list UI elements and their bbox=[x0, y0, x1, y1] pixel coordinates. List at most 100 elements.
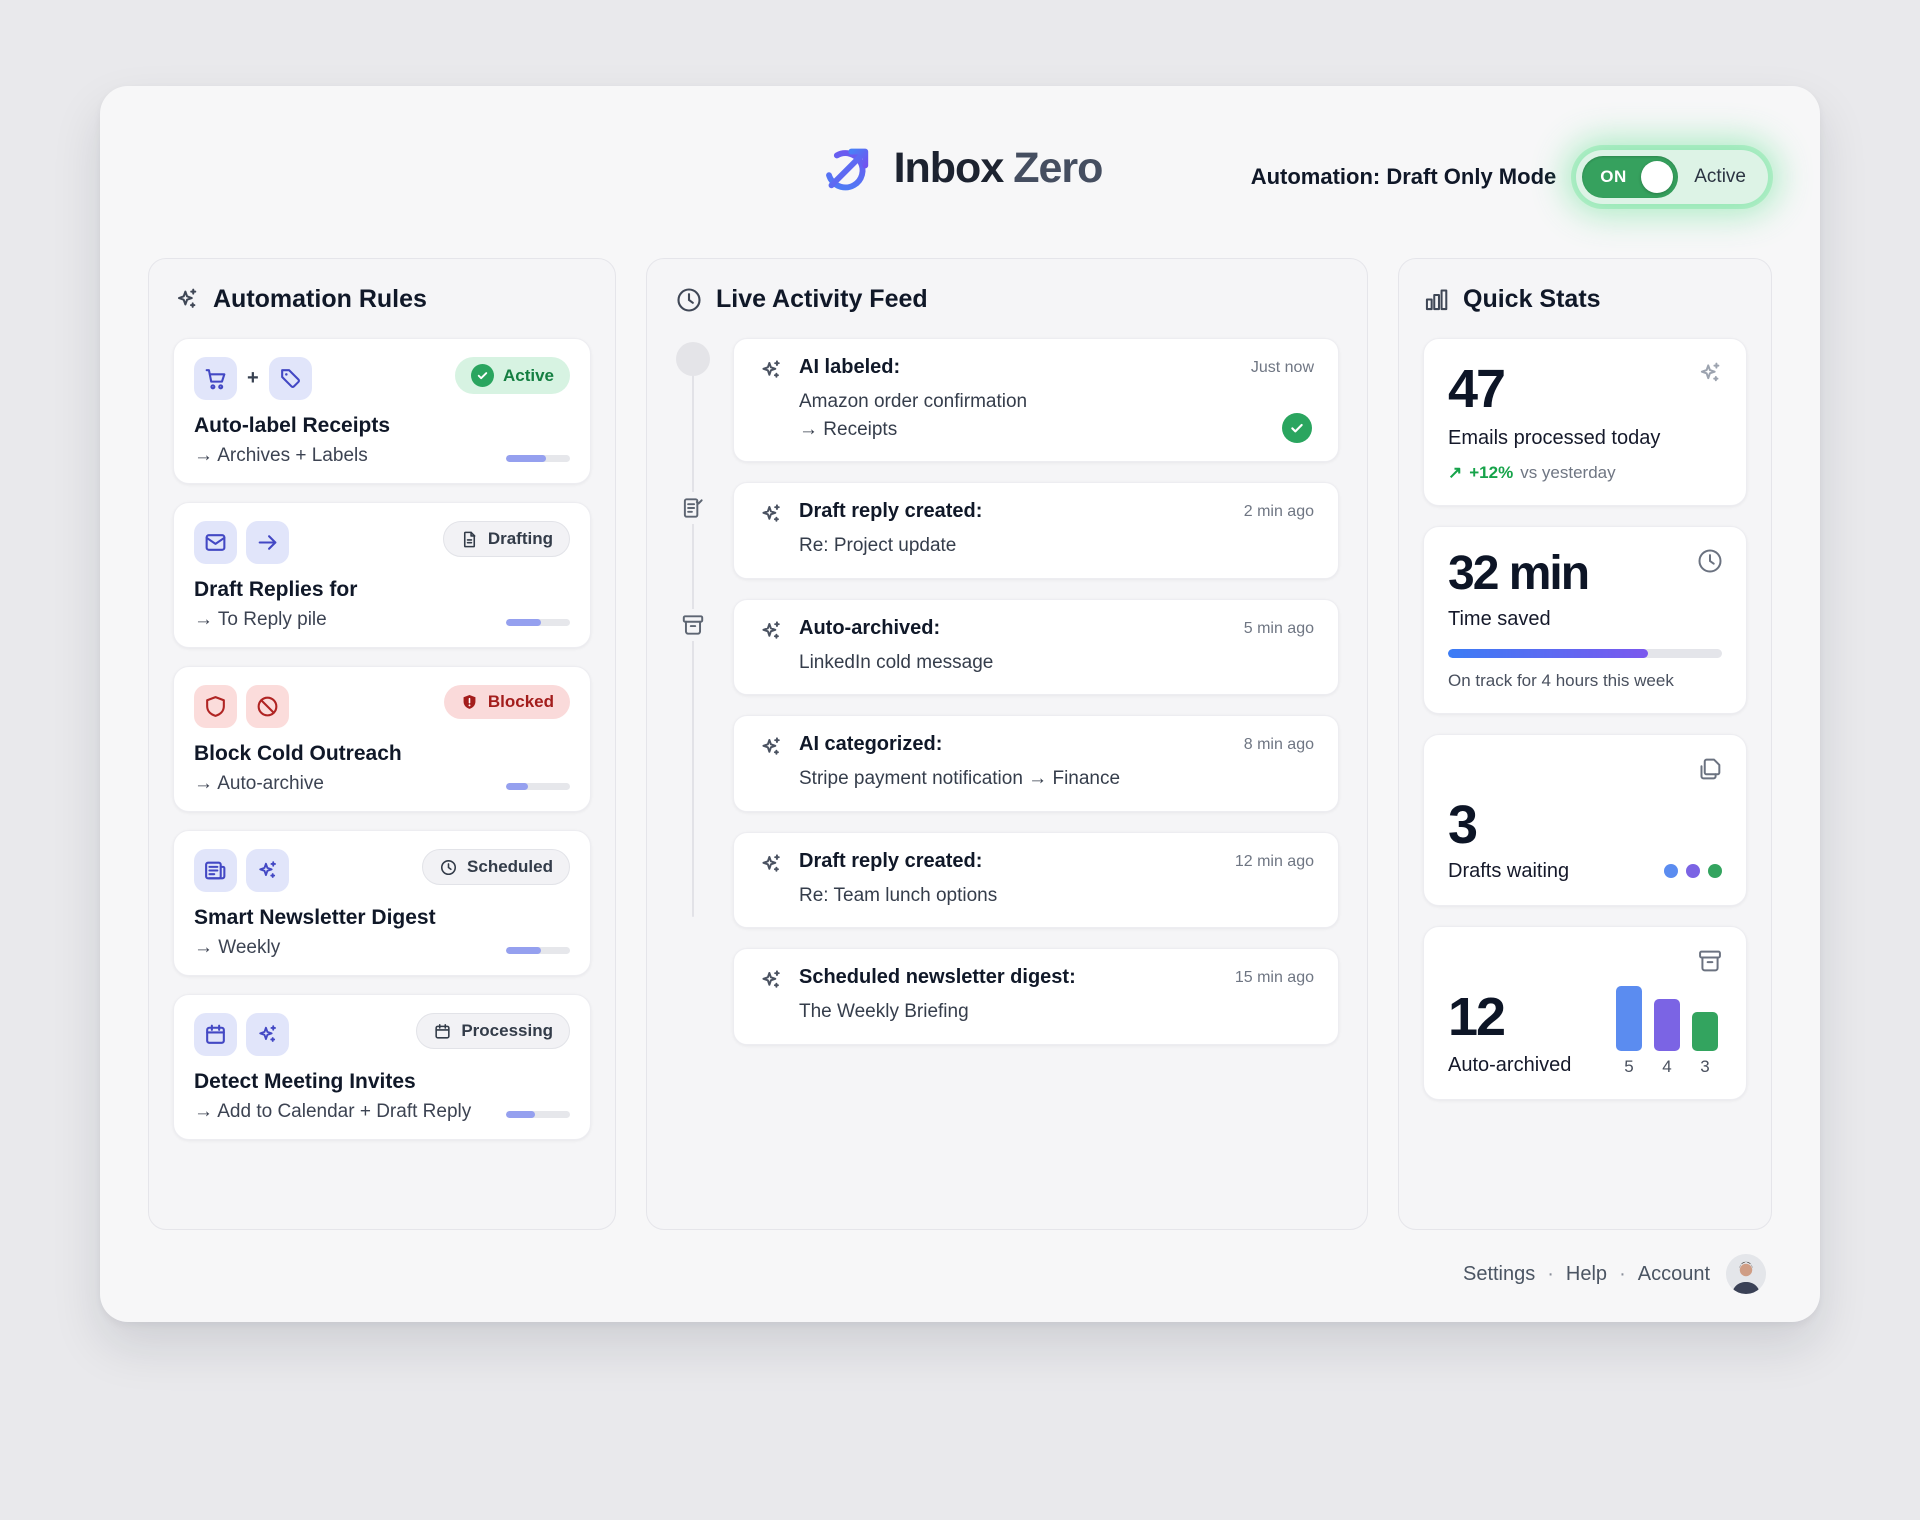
separator: · bbox=[1547, 1263, 1554, 1286]
rule-card-auto-label-receipts[interactable]: + Active bbox=[173, 338, 591, 484]
quick-stats-header: Quick Stats bbox=[1423, 285, 1747, 314]
sparkles-icon bbox=[246, 849, 289, 892]
toggle-on-label: ON bbox=[1600, 167, 1627, 187]
stat-label: Time saved bbox=[1448, 608, 1722, 631]
sparkles-icon bbox=[758, 501, 784, 527]
rule-icons bbox=[194, 1013, 289, 1056]
rule-subtitle: → Auto-archive bbox=[194, 773, 324, 795]
sparkles-icon bbox=[758, 851, 784, 877]
icon-joiner: + bbox=[247, 367, 259, 390]
feed-card-draft-reply-2[interactable]: Draft reply created: 12 min ago Re: Team… bbox=[733, 832, 1339, 929]
status-badge: Active bbox=[455, 357, 570, 394]
rule-progress bbox=[506, 783, 570, 790]
rule-progress bbox=[506, 455, 570, 462]
rule-card-detect-meeting-invites[interactable]: Processing Detect Meeting Invites → Add … bbox=[173, 994, 591, 1140]
settings-link[interactable]: Settings bbox=[1463, 1263, 1535, 1286]
feed-detail: LinkedIn cold message bbox=[799, 649, 1314, 677]
bar-chart-icon bbox=[1423, 286, 1450, 313]
feed-item: Auto-archived: 5 min ago LinkedIn cold m… bbox=[675, 599, 1339, 696]
feed-card-auto-archived[interactable]: Auto-archived: 5 min ago LinkedIn cold m… bbox=[733, 599, 1339, 696]
file-text-icon bbox=[460, 530, 479, 549]
feed-card-draft-reply[interactable]: Draft reply created: 2 min ago Re: Proje… bbox=[733, 482, 1339, 579]
feed-card-ai-categorized[interactable]: AI categorized: 8 min ago Stripe payment… bbox=[733, 715, 1339, 812]
inbox-zero-logo-icon bbox=[818, 136, 878, 201]
stat-delta: ↗ +12% vs yesterday bbox=[1448, 463, 1722, 483]
toggle-knob[interactable] bbox=[1641, 161, 1673, 193]
stat-value: 32 min bbox=[1448, 549, 1722, 599]
clock-icon bbox=[675, 286, 703, 314]
trend-up-icon: ↗ bbox=[1448, 463, 1462, 483]
shield-icon bbox=[194, 685, 237, 728]
stat-label: Emails processed today bbox=[1448, 427, 1722, 450]
calendar-icon bbox=[433, 1022, 452, 1041]
feed-timestamp: 2 min ago bbox=[1244, 503, 1314, 521]
feed-detail: Stripe payment notification → Finance bbox=[799, 765, 1314, 793]
stat-card-auto-archived: 12 Auto-archived 5 4 bbox=[1423, 926, 1747, 1101]
dashboard-columns: Automation Rules + bbox=[148, 258, 1772, 1230]
stat-card-drafts-waiting: 3 Drafts waiting bbox=[1423, 734, 1747, 906]
feed-item: AI categorized: 8 min ago Stripe payment… bbox=[675, 715, 1339, 812]
section-title: Quick Stats bbox=[1463, 285, 1601, 314]
app-panel: InboxZero Automation: Draft Only Mode ON… bbox=[100, 86, 1820, 1322]
tag-icon bbox=[269, 357, 312, 400]
rule-title: Detect Meeting Invites bbox=[194, 1070, 570, 1094]
automation-rules-section: Automation Rules + bbox=[148, 258, 616, 1230]
blue-dot bbox=[1664, 864, 1678, 878]
quick-stats-section: Quick Stats 47 Emails processed today ↗ bbox=[1398, 258, 1772, 1230]
status-badge: Scheduled bbox=[422, 849, 570, 885]
rule-card-block-cold-outreach[interactable]: Blocked Block Cold Outreach → Auto-archi… bbox=[173, 666, 591, 812]
feed-list: AI labeled: Just now Amazon order confir… bbox=[675, 338, 1339, 1045]
time-saved-progress bbox=[1448, 649, 1722, 658]
feed-item: Draft reply created: 12 min ago Re: Team… bbox=[675, 832, 1339, 929]
shield-alert-icon bbox=[460, 693, 479, 712]
rule-subtitle: → Archives + Labels bbox=[194, 445, 368, 467]
feed-timestamp: 8 min ago bbox=[1244, 736, 1314, 754]
rule-icons: + bbox=[194, 357, 312, 400]
rule-card-smart-newsletter-digest[interactable]: Scheduled Smart Newsletter Digest → Week… bbox=[173, 830, 591, 976]
feed-detail: The Weekly Briefing bbox=[799, 998, 1314, 1026]
toggle-switch[interactable]: ON bbox=[1582, 156, 1678, 198]
feed-item: Draft reply created: 2 min ago Re: Proje… bbox=[675, 482, 1339, 579]
status-badge: Drafting bbox=[443, 521, 570, 557]
bar-green bbox=[1692, 1012, 1718, 1051]
help-link[interactable]: Help bbox=[1566, 1263, 1607, 1286]
automation-rules-header: Automation Rules bbox=[173, 285, 591, 314]
rule-progress bbox=[506, 947, 570, 954]
sparkles-icon bbox=[173, 286, 200, 313]
page-title: InboxZero bbox=[894, 144, 1103, 193]
feed-card-ai-labeled[interactable]: AI labeled: Just now Amazon order confir… bbox=[733, 338, 1339, 462]
account-link[interactable]: Account bbox=[1638, 1263, 1710, 1286]
brand: InboxZero bbox=[818, 136, 1103, 201]
bar-blue bbox=[1616, 986, 1642, 1051]
stat-value: 47 bbox=[1448, 361, 1722, 418]
mail-icon bbox=[194, 521, 237, 564]
check-icon bbox=[471, 364, 494, 387]
newspaper-icon bbox=[194, 849, 237, 892]
archive-icon bbox=[1696, 947, 1724, 975]
stat-caption: On track for 4 hours this week bbox=[1448, 671, 1722, 691]
feed-detail: Amazon order confirmation → Receipts bbox=[799, 388, 1282, 443]
clock-icon bbox=[1696, 547, 1724, 575]
sparkles-icon bbox=[758, 967, 784, 993]
feed-detail: Re: Project update bbox=[799, 532, 1314, 560]
timeline-node-icon bbox=[676, 342, 710, 376]
feed-timestamp: Just now bbox=[1251, 359, 1314, 377]
toggle-status-label: Active bbox=[1694, 166, 1746, 188]
purple-dot bbox=[1686, 864, 1700, 878]
feed-title: AI labeled: bbox=[799, 356, 1236, 379]
copy-icon bbox=[1696, 755, 1724, 783]
arrow-right-icon bbox=[246, 521, 289, 564]
header: InboxZero Automation: Draft Only Mode ON… bbox=[148, 128, 1772, 224]
stat-card-time-saved: 32 min Time saved On track for 4 hours t… bbox=[1423, 526, 1747, 714]
stat-label: Drafts waiting bbox=[1448, 860, 1569, 883]
clock-icon bbox=[439, 858, 458, 877]
calendar-icon bbox=[194, 1013, 237, 1056]
avatar[interactable] bbox=[1726, 1254, 1766, 1294]
rule-card-draft-replies[interactable]: Drafting Draft Replies for → To Reply pi… bbox=[173, 502, 591, 648]
feed-item: AI labeled: Just now Amazon order confir… bbox=[675, 338, 1339, 462]
sparkles-icon bbox=[1696, 359, 1724, 387]
archive-icon bbox=[677, 609, 709, 641]
feed-card-scheduled-digest[interactable]: Scheduled newsletter digest: 15 min ago … bbox=[733, 948, 1339, 1045]
automation-toggle[interactable]: ON Active bbox=[1576, 150, 1768, 204]
feed-title: Scheduled newsletter digest: bbox=[799, 966, 1220, 989]
